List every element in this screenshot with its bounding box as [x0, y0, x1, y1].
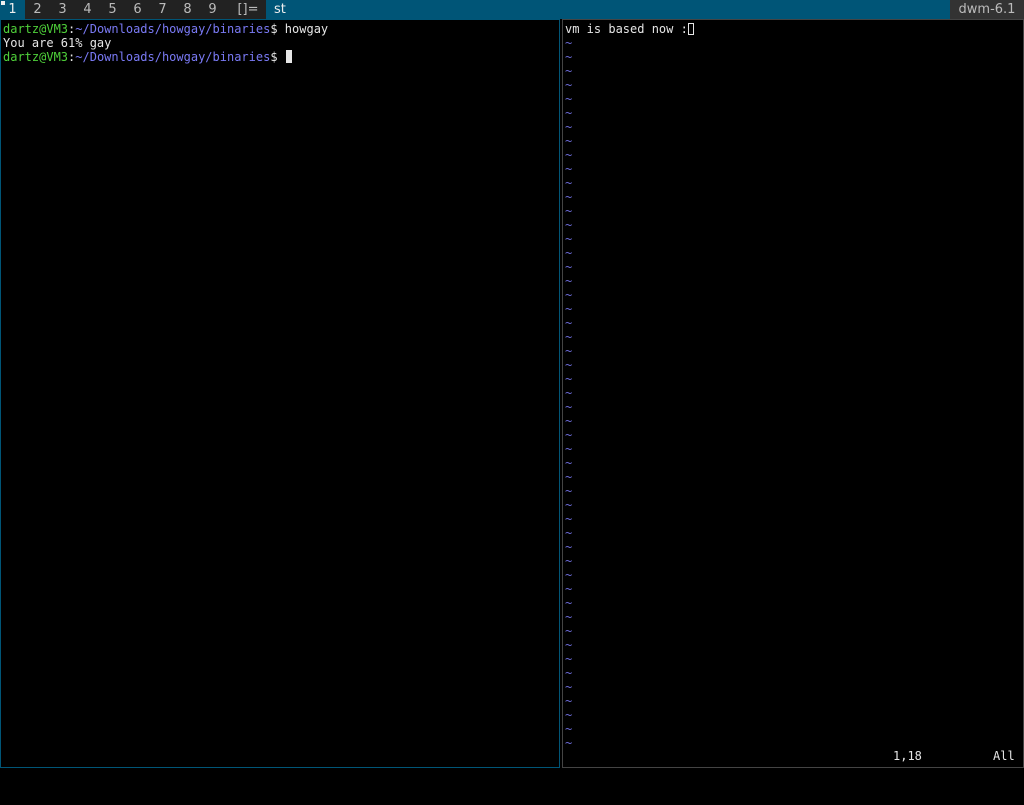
empty-line-tilde: ~	[565, 232, 573, 246]
empty-line-tilde: ~	[565, 442, 573, 456]
empty-line-tilde: ~	[565, 302, 573, 316]
empty-line-tilde: ~	[565, 162, 573, 176]
empty-line-markers: ~ ~ ~ ~ ~ ~ ~ ~ ~ ~ ~ ~ ~ ~ ~ ~ ~ ~ ~ ~ ~ ~ ~ ~ ~ ~ ~ ~ ~ ~ ~ ~ ~ ~ ~ ~ ~ ~ ~ ~…	[565, 36, 1021, 750]
empty-line-tilde: ~	[565, 358, 573, 372]
tag-6[interactable]: 6	[125, 0, 150, 19]
empty-line-tilde: ~	[565, 344, 573, 358]
empty-line-tilde: ~	[565, 428, 573, 442]
terminal-line: dartz@VM3:~/Downloads/howgay/binaries$ h…	[3, 22, 557, 36]
empty-line-tilde: ~	[565, 78, 573, 92]
empty-line-tilde: ~	[565, 680, 573, 694]
prompt-symbol: $	[270, 22, 285, 36]
empty-line-tilde: ~	[565, 652, 573, 666]
terminal-line: dartz@VM3:~/Downloads/howgay/binaries$	[3, 50, 557, 64]
layout-symbol[interactable]: []=	[230, 0, 266, 19]
terminal-window[interactable]: dartz@VM3:~/Downloads/howgay/binaries$ h…	[0, 19, 560, 768]
empty-line-tilde: ~	[565, 694, 573, 708]
terminal-cursor	[285, 50, 292, 63]
vim-window[interactable]: vm is based now : ~ ~ ~ ~ ~ ~ ~ ~ ~ ~ ~ ~ ~ ~ ~ ~ ~ ~ ~ ~ ~ ~…	[562, 19, 1024, 768]
tag-8[interactable]: 8	[175, 0, 200, 19]
empty-line-tilde: ~	[565, 330, 573, 344]
tag-9[interactable]: 9	[200, 0, 225, 19]
empty-line-tilde: ~	[565, 470, 573, 484]
empty-line-tilde: ~	[565, 106, 573, 120]
empty-line-tilde: ~	[565, 582, 573, 596]
empty-line-tilde: ~	[565, 50, 573, 64]
tag-4[interactable]: 4	[75, 0, 100, 19]
prompt-path: ~/Downloads/howgay/binaries	[75, 50, 271, 64]
terminal-content: dartz@VM3:~/Downloads/howgay/binaries$ h…	[3, 22, 557, 64]
tag-3[interactable]: 3	[50, 0, 75, 19]
prompt-symbol: $	[270, 50, 285, 64]
empty-line-tilde: ~	[565, 36, 573, 50]
empty-line-tilde: ~	[565, 708, 573, 722]
empty-line-tilde: ~	[565, 624, 573, 638]
dwm-status-bar: 123456789 []= st dwm-6.1	[0, 0, 1024, 19]
empty-line-tilde: ~	[565, 176, 573, 190]
vim-ruler-line: 1,18 All	[563, 749, 1023, 763]
empty-line-tilde: ~	[565, 204, 573, 218]
vim-buffer-line: vm is based now :	[565, 22, 1021, 36]
empty-line-tilde: ~	[565, 190, 573, 204]
scroll-position: All	[993, 749, 1015, 763]
buffer-text: vm is based now :	[565, 22, 688, 36]
tag-1[interactable]: 1	[0, 0, 25, 19]
occupied-indicator	[1, 1, 5, 5]
empty-line-tilde: ~	[565, 484, 573, 498]
tag-5[interactable]: 5	[100, 0, 125, 19]
empty-line-tilde: ~	[565, 372, 573, 386]
empty-line-tilde: ~	[565, 568, 573, 582]
tag-2[interactable]: 2	[25, 0, 50, 19]
prompt-path: ~/Downloads/howgay/binaries	[75, 22, 271, 36]
empty-line-tilde: ~	[565, 722, 573, 736]
status-text: dwm-6.1	[950, 0, 1024, 19]
empty-line-tilde: ~	[565, 526, 573, 540]
command-text: howgay	[284, 22, 329, 36]
empty-line-tilde: ~	[565, 554, 573, 568]
cursor-position: 1,18	[893, 749, 922, 763]
empty-line-tilde: ~	[565, 92, 573, 106]
empty-line-tilde: ~	[565, 512, 573, 526]
vim-buffer[interactable]: vm is based now : ~ ~ ~ ~ ~ ~ ~ ~ ~ ~ ~ ~ ~ ~ ~ ~ ~ ~ ~ ~ ~ ~…	[565, 22, 1021, 750]
empty-line-tilde: ~	[565, 274, 573, 288]
empty-line-tilde: ~	[565, 246, 573, 260]
empty-line-tilde: ~	[565, 64, 573, 78]
prompt-user-host: dartz@VM3	[3, 50, 69, 64]
empty-line-tilde: ~	[565, 120, 573, 134]
empty-line-tilde: ~	[565, 666, 573, 680]
empty-line-tilde: ~	[565, 736, 573, 750]
tag-label: 1	[8, 2, 17, 17]
command-output: You are 61% gay	[3, 36, 112, 50]
empty-line-tilde: ~	[565, 218, 573, 232]
empty-line-tilde: ~	[565, 638, 573, 652]
empty-line-tilde: ~	[565, 134, 573, 148]
empty-line-tilde: ~	[565, 596, 573, 610]
vim-cursor	[687, 23, 694, 35]
empty-line-tilde: ~	[565, 386, 573, 400]
empty-line-tilde: ~	[565, 260, 573, 274]
empty-line-tilde: ~	[565, 288, 573, 302]
empty-line-tilde: ~	[565, 540, 573, 554]
empty-line-tilde: ~	[565, 610, 573, 624]
focused-window-title: st	[266, 0, 950, 19]
empty-line-tilde: ~	[565, 316, 573, 330]
empty-line-tilde: ~	[565, 400, 573, 414]
prompt-user-host: dartz@VM3	[3, 22, 69, 36]
empty-line-tilde: ~	[565, 148, 573, 162]
terminal-line: You are 61% gay	[3, 36, 557, 50]
tag-7[interactable]: 7	[150, 0, 175, 19]
empty-line-tilde: ~	[565, 498, 573, 512]
empty-line-tilde: ~	[565, 456, 573, 470]
empty-line-tilde: ~	[565, 414, 573, 428]
